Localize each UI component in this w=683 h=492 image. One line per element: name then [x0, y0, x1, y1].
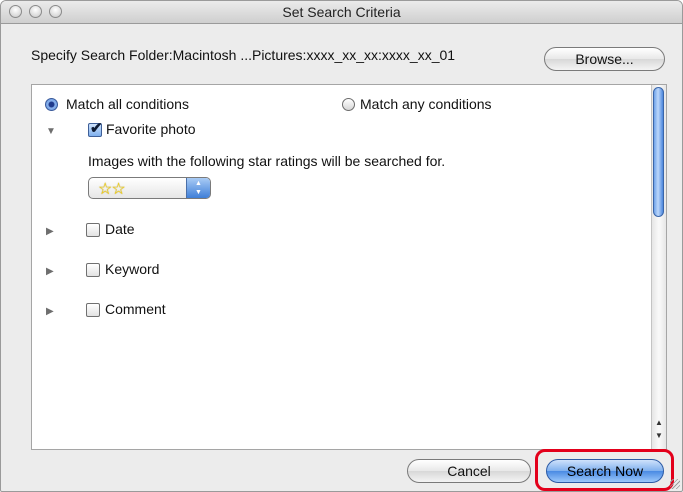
keyword-label[interactable]: Keyword: [105, 261, 159, 277]
vertical-scrollbar[interactable]: ▲ ▼: [651, 85, 666, 449]
search-now-button[interactable]: Search Now: [546, 459, 664, 483]
window-title: Set Search Criteria: [282, 4, 401, 20]
scroll-up-icon[interactable]: ▲: [652, 417, 666, 429]
star-rating-popup[interactable]: ☆☆ ▲ ▼: [88, 177, 211, 199]
search-criteria-dialog: Set Search Criteria Specify Search Folde…: [0, 0, 683, 492]
popup-arrows-icon: ▲ ▼: [186, 178, 210, 198]
favorite-photo-label[interactable]: Favorite photo: [106, 121, 196, 137]
comment-checkbox[interactable]: [86, 303, 100, 317]
checkmark-icon: ✔: [90, 120, 103, 137]
resize-grip-icon[interactable]: [670, 479, 680, 489]
search-folder-label: Specify Search Folder:Macintosh ...Pictu…: [31, 47, 456, 63]
highlight-outline: Search Now: [535, 449, 674, 491]
star-rating-description: Images with the following star ratings w…: [88, 153, 446, 169]
scrollbar-thumb[interactable]: [653, 87, 664, 217]
match-all-label[interactable]: Match all conditions: [66, 96, 189, 112]
criteria-panel: Match all conditions Match any condition…: [31, 84, 667, 450]
collapsed-triangle-icon[interactable]: ▶: [46, 266, 54, 277]
collapsed-triangle-icon[interactable]: ▶: [46, 226, 54, 237]
match-any-radio[interactable]: [342, 98, 355, 111]
browse-button[interactable]: Browse...: [544, 47, 665, 71]
expanded-triangle-icon[interactable]: ▼: [46, 126, 56, 137]
scroll-down-icon[interactable]: ▼: [652, 430, 666, 442]
comment-label[interactable]: Comment: [105, 301, 166, 317]
match-any-label[interactable]: Match any conditions: [360, 96, 492, 112]
date-checkbox[interactable]: [86, 223, 100, 237]
favorite-photo-checkbox[interactable]: ✔: [88, 120, 103, 137]
star-rating-stars-icon: ☆☆: [98, 181, 126, 198]
match-all-radio[interactable]: [45, 98, 58, 111]
keyword-checkbox[interactable]: [86, 263, 100, 277]
collapsed-triangle-icon[interactable]: ▶: [46, 306, 54, 317]
cancel-button[interactable]: Cancel: [407, 459, 531, 483]
date-label[interactable]: Date: [105, 221, 135, 237]
title-bar: Set Search Criteria: [1, 1, 682, 24]
